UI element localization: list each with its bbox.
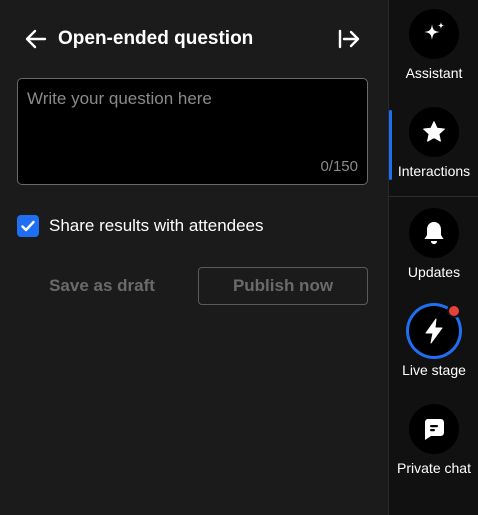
publish-button[interactable]: Publish now (198, 267, 368, 305)
share-results-checkbox[interactable] (17, 215, 39, 237)
share-results-option[interactable]: Share results with attendees (17, 215, 264, 237)
char-counter: 0/150 (320, 158, 358, 175)
rail-label-private-chat: Private chat (397, 460, 471, 476)
share-results-label: Share results with attendees (49, 216, 264, 235)
star-icon (423, 121, 445, 142)
rail-divider (389, 196, 478, 197)
checkmark-icon (21, 220, 35, 232)
question-field-container: 0/150 (17, 78, 368, 185)
arrow-right-to-line-icon (338, 29, 360, 49)
rail-item-updates[interactable]: Updates (389, 208, 478, 280)
private-chat-icon-circle (409, 404, 459, 454)
collapse-panel-button[interactable] (334, 26, 364, 52)
side-rail: Assistant Interactions Updates Live stag… (388, 0, 478, 515)
lightning-icon (425, 318, 443, 344)
rail-item-live-stage[interactable]: Live stage (389, 304, 478, 378)
assistant-icon-circle (409, 9, 459, 59)
chat-icon (425, 419, 444, 440)
panel-header: Open-ended question (0, 0, 388, 78)
sparkle-icon (424, 22, 445, 40)
rail-label-interactions: Interactions (397, 163, 471, 179)
rail-label-assistant: Assistant (405, 65, 463, 81)
page-title: Open-ended question (58, 28, 254, 49)
interaction-panel: Open-ended question 0/150 Share results … (0, 0, 388, 515)
back-button[interactable] (22, 26, 50, 52)
interactions-icon-circle (409, 107, 459, 157)
arrow-left-icon (25, 29, 47, 49)
rail-item-private-chat[interactable]: Private chat (389, 404, 478, 476)
rail-label-updates: Updates (407, 264, 461, 280)
question-input[interactable] (18, 79, 367, 159)
rail-item-assistant[interactable]: Assistant (389, 9, 478, 81)
notification-dot (447, 304, 461, 318)
rail-item-interactions[interactable]: Interactions (389, 107, 478, 179)
rail-label-live-stage: Live stage (402, 362, 466, 378)
save-draft-button[interactable]: Save as draft (17, 267, 187, 305)
updates-icon-circle (409, 208, 459, 258)
bell-icon (424, 222, 444, 244)
live-stage-icon-circle (409, 304, 461, 356)
